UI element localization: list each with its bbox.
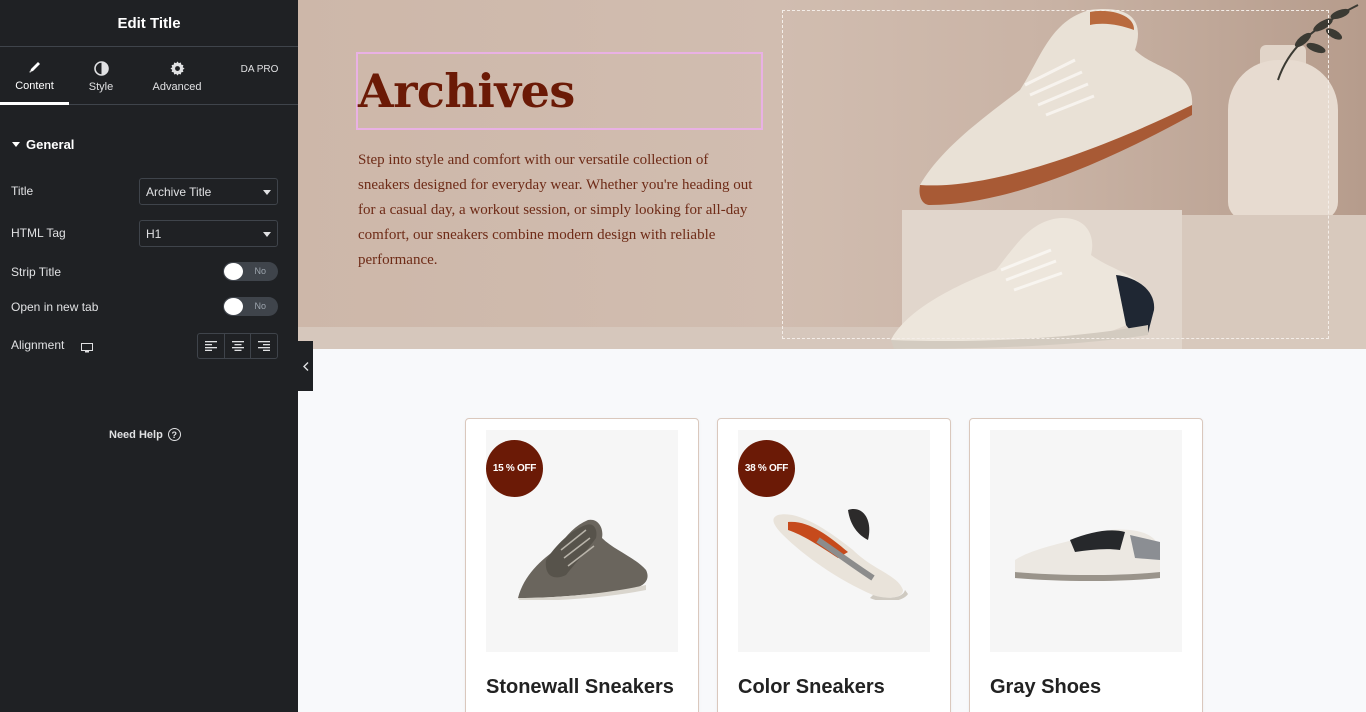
align-left-icon xyxy=(204,341,217,351)
align-center-button[interactable] xyxy=(225,334,252,358)
product-card[interactable]: 15 % OFF Stonewall Sneakers xyxy=(465,418,699,712)
product-name[interactable]: Gray Shoes xyxy=(990,676,1101,699)
align-right-icon xyxy=(258,341,271,351)
product-image[interactable]: 15 % OFF xyxy=(486,430,678,652)
chevron-down-icon xyxy=(263,232,271,237)
alignment-label: Alignment xyxy=(11,338,65,352)
toggle-knob xyxy=(224,298,243,315)
caret-down-icon xyxy=(12,142,20,147)
align-right-button[interactable] xyxy=(251,334,277,358)
tab-da-pro-label: DA PRO xyxy=(240,64,279,75)
title-label: Title xyxy=(11,184,34,198)
strip-title-label: Strip Title xyxy=(11,265,62,279)
tab-content[interactable]: Content xyxy=(0,47,69,105)
title-select[interactable]: Archive Title xyxy=(139,178,278,205)
sneaker-image xyxy=(1015,529,1160,581)
tab-advanced-label: Advanced xyxy=(152,81,202,93)
product-card[interactable]: 38 % OFF Color Sneakers xyxy=(717,418,951,712)
strip-title-toggle[interactable]: No xyxy=(223,262,278,281)
question-icon: ? xyxy=(167,428,181,441)
section-general-label: General xyxy=(26,137,75,152)
archive-description: Step into style and comfort with our ver… xyxy=(358,152,753,268)
half-circle-icon xyxy=(93,59,109,77)
product-image[interactable] xyxy=(990,430,1182,652)
gear-icon xyxy=(169,59,185,77)
tab-content-label: Content xyxy=(15,79,54,92)
new-tab-toggle-text: No xyxy=(254,301,266,311)
chevron-down-icon xyxy=(263,190,271,195)
html-tag-select-value: H1 xyxy=(146,226,162,241)
title-select-value: Archive Title xyxy=(146,184,212,199)
product-name[interactable]: Color Sneakers xyxy=(738,676,885,699)
align-center-icon xyxy=(231,341,244,351)
tab-style-label: Style xyxy=(88,81,114,93)
tab-da-pro[interactable]: DA PRO xyxy=(221,47,298,105)
image-widget-outline[interactable] xyxy=(782,10,1329,339)
pencil-icon xyxy=(28,58,42,76)
tab-advanced[interactable]: Advanced xyxy=(133,47,221,105)
tab-style[interactable]: Style xyxy=(69,47,133,105)
archive-title[interactable]: Archives xyxy=(358,64,575,118)
strip-title-toggle-text: No xyxy=(254,266,266,276)
need-help-label: Need Help xyxy=(109,428,163,441)
collapse-panel-button[interactable] xyxy=(298,341,313,391)
need-help-link[interactable]: Need Help ? xyxy=(109,428,181,441)
product-card[interactable]: Gray Shoes xyxy=(969,418,1203,712)
sneaker-image xyxy=(518,519,648,600)
hero-section: Archives Step into style and comfort wit… xyxy=(298,0,1366,349)
desktop-icon[interactable] xyxy=(81,340,93,358)
product-image[interactable]: 38 % OFF xyxy=(738,430,930,652)
chevron-left-icon xyxy=(302,361,308,371)
align-left-button[interactable] xyxy=(198,334,225,358)
panel-title: Edit Title xyxy=(117,14,181,32)
panel-header: Edit Title xyxy=(0,0,298,47)
editor-panel: Edit Title Content Style Advanced DA PRO… xyxy=(0,0,298,712)
new-tab-label: Open in new tab xyxy=(11,300,99,314)
new-tab-toggle[interactable]: No xyxy=(223,297,278,316)
product-name[interactable]: Stonewall Sneakers xyxy=(486,676,674,699)
sneaker-image xyxy=(773,509,908,600)
toggle-knob xyxy=(224,263,243,280)
html-tag-label: HTML Tag xyxy=(11,226,66,240)
section-general[interactable]: General xyxy=(12,137,74,152)
panel-tabs: Content Style Advanced DA PRO xyxy=(0,47,298,105)
alignment-buttons xyxy=(197,333,278,359)
html-tag-select[interactable]: H1 xyxy=(139,220,278,247)
